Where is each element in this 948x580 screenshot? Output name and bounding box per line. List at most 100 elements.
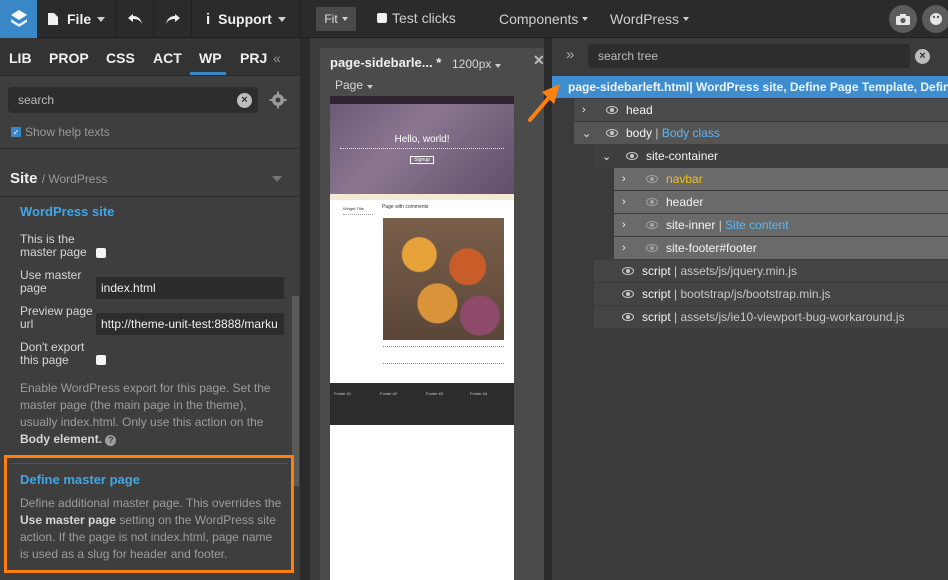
logo-icon [10,10,27,27]
body-element-emphasis: Body element. [20,432,103,446]
tree-row-script-ie10[interactable]: script | assets/js/ie10-viewport-bug-wor… [594,306,948,328]
file-menu[interactable]: File [37,0,117,38]
eye-icon[interactable] [606,129,618,137]
eye-icon[interactable] [646,244,658,252]
support-menu[interactable]: i Support [192,0,300,38]
preview-sidebar-text [343,214,373,254]
palette-button[interactable] [922,5,948,33]
show-help-texts-toggle[interactable]: ✓ Show help texts [11,125,110,139]
tree-search-placeholder: search tree [598,49,659,63]
wordpress-site-title[interactable]: WordPress site [20,204,114,219]
tree-row-script-name: script [642,287,671,301]
page-name[interactable]: page-sidebarle... * [330,55,441,70]
tab-prop[interactable]: PROP [49,50,89,66]
page-preview[interactable]: Hello, world! Signup Widget Title Page w… [330,96,514,580]
help-icon[interactable]: ? [105,435,117,446]
fit-label: Fit [324,12,338,26]
tree-row-site-container[interactable]: ⌄ site-container [594,145,948,167]
preview-post-text [383,346,504,364]
chevron-down-icon[interactable] [272,176,282,182]
tree-row-script-jquery[interactable]: script | assets/js/jquery.min.js [594,260,948,282]
expand-panel-icon[interactable]: » [566,46,574,63]
preview-url-field[interactable]: http://theme-unit-test:8888/marku [96,313,284,335]
use-master-page-field[interactable]: index.html [96,277,284,299]
tree-row-script-bootstrap[interactable]: script | bootstrap/js/bootstrap.min.js [594,283,948,305]
clear-tree-search-icon[interactable]: × [915,49,930,64]
tree-row-navbar[interactable]: › navbar [614,168,948,190]
dont-export-checkbox[interactable] [96,355,106,365]
highlight-annotation-box [4,455,294,573]
checkmark-icon[interactable]: ✓ [11,127,21,137]
divider [0,148,300,149]
tree-row-footer-name: site-footer#footer [666,241,757,255]
preview-hero: Hello, world! Signup [330,104,514,194]
wordpress-menu-label: WordPress [610,11,679,27]
eye-icon[interactable] [622,267,634,275]
test-clicks-toggle[interactable]: Test clicks [377,10,456,26]
preview-footer-col-4: Footer #4 [470,391,488,396]
test-clicks-checkbox[interactable] [377,13,387,23]
eye-icon[interactable] [646,221,658,229]
preview-footer-col-2: Footer #2 [380,391,398,396]
clear-search-icon[interactable]: × [237,93,252,108]
wordpress-menu[interactable]: WordPress [610,11,689,27]
tree-row-navbar-name: navbar [666,172,703,186]
chevron-right-icon[interactable]: › [622,219,634,231]
page-width-dropdown[interactable]: 1200px [452,57,502,71]
master-page-checkbox[interactable] [96,248,106,258]
collapse-panel-icon[interactable]: « [273,50,281,66]
tree-row-site-inner-meta: Site content [725,218,789,232]
tree-row-site-inner[interactable]: › site-inner | Site content [614,214,948,236]
chevron-right-icon[interactable]: › [582,104,594,116]
eye-icon[interactable] [626,152,638,160]
tab-wp[interactable]: WP [199,50,222,66]
undo-button[interactable] [117,0,154,38]
eye-icon[interactable] [622,290,634,298]
tab-prj[interactable]: PRJ [240,50,267,66]
tree-row-page[interactable]: page-sidebarleft.html | WordPress site, … [552,76,948,98]
gear-icon[interactable] [269,91,287,109]
eye-icon[interactable] [622,313,634,321]
eye-icon[interactable] [606,106,618,114]
search-input[interactable]: search × [8,87,258,113]
tree-row-header[interactable]: › header [614,191,948,213]
dont-export-label-line1: Don't export [20,340,85,354]
fit-dropdown[interactable]: Fit [316,7,356,31]
dont-export-label: Don't export this page [20,341,84,367]
tab-lib[interactable]: LIB [9,50,32,66]
tree-row-site-inner-name: site-inner [666,218,716,232]
chevron-right-icon[interactable]: › [622,196,634,208]
chevron-down-icon[interactable]: ⌄ [602,150,614,163]
tree-row-page-name: page-sidebarleft.html [568,80,690,94]
preview-hero-title: Hello, world! [394,134,450,145]
eye-icon[interactable] [646,175,658,183]
preview-post-title: Page with comments [382,204,429,210]
page-dropdown-label: Page [335,78,364,92]
tab-css[interactable]: CSS [106,50,135,66]
tree-row-body[interactable]: ⌄ body | Body class [574,122,948,144]
tree-search-input[interactable]: search tree × [588,44,930,68]
tree-row-footer[interactable]: › site-footer#footer [614,237,948,259]
close-page-icon[interactable]: ✕ [533,52,545,69]
test-clicks-label: Test clicks [392,10,456,26]
components-menu[interactable]: Components [499,11,589,27]
page-frame: page-sidebarle... * 1200px ✕ Page Hello,… [320,48,545,580]
tree-row-script-name: script [642,310,671,324]
panel-tabs: LIB PROP CSS ACT WP PRJ « [0,38,300,76]
redo-button[interactable] [154,0,192,38]
chevron-right-icon[interactable]: › [622,242,634,254]
page-dropdown[interactable]: Page [335,78,374,92]
tree-row-head[interactable]: › head [574,99,948,121]
tree-row-head-name: head [626,103,653,117]
preview-url-label: Preview page url [20,305,93,331]
eye-icon[interactable] [646,198,658,206]
tab-act[interactable]: ACT [153,50,182,66]
screenshot-button[interactable] [889,5,917,33]
dont-export-label-line2: this page [20,353,69,367]
tree-row-separator: | [670,310,681,324]
chevron-right-icon[interactable]: › [622,173,634,185]
chevron-down-icon[interactable]: ⌄ [582,127,594,140]
app-logo[interactable] [0,0,37,38]
site-heading-sub: / WordPress [41,172,108,186]
site-section-heading[interactable]: Site / WordPress [10,170,107,187]
